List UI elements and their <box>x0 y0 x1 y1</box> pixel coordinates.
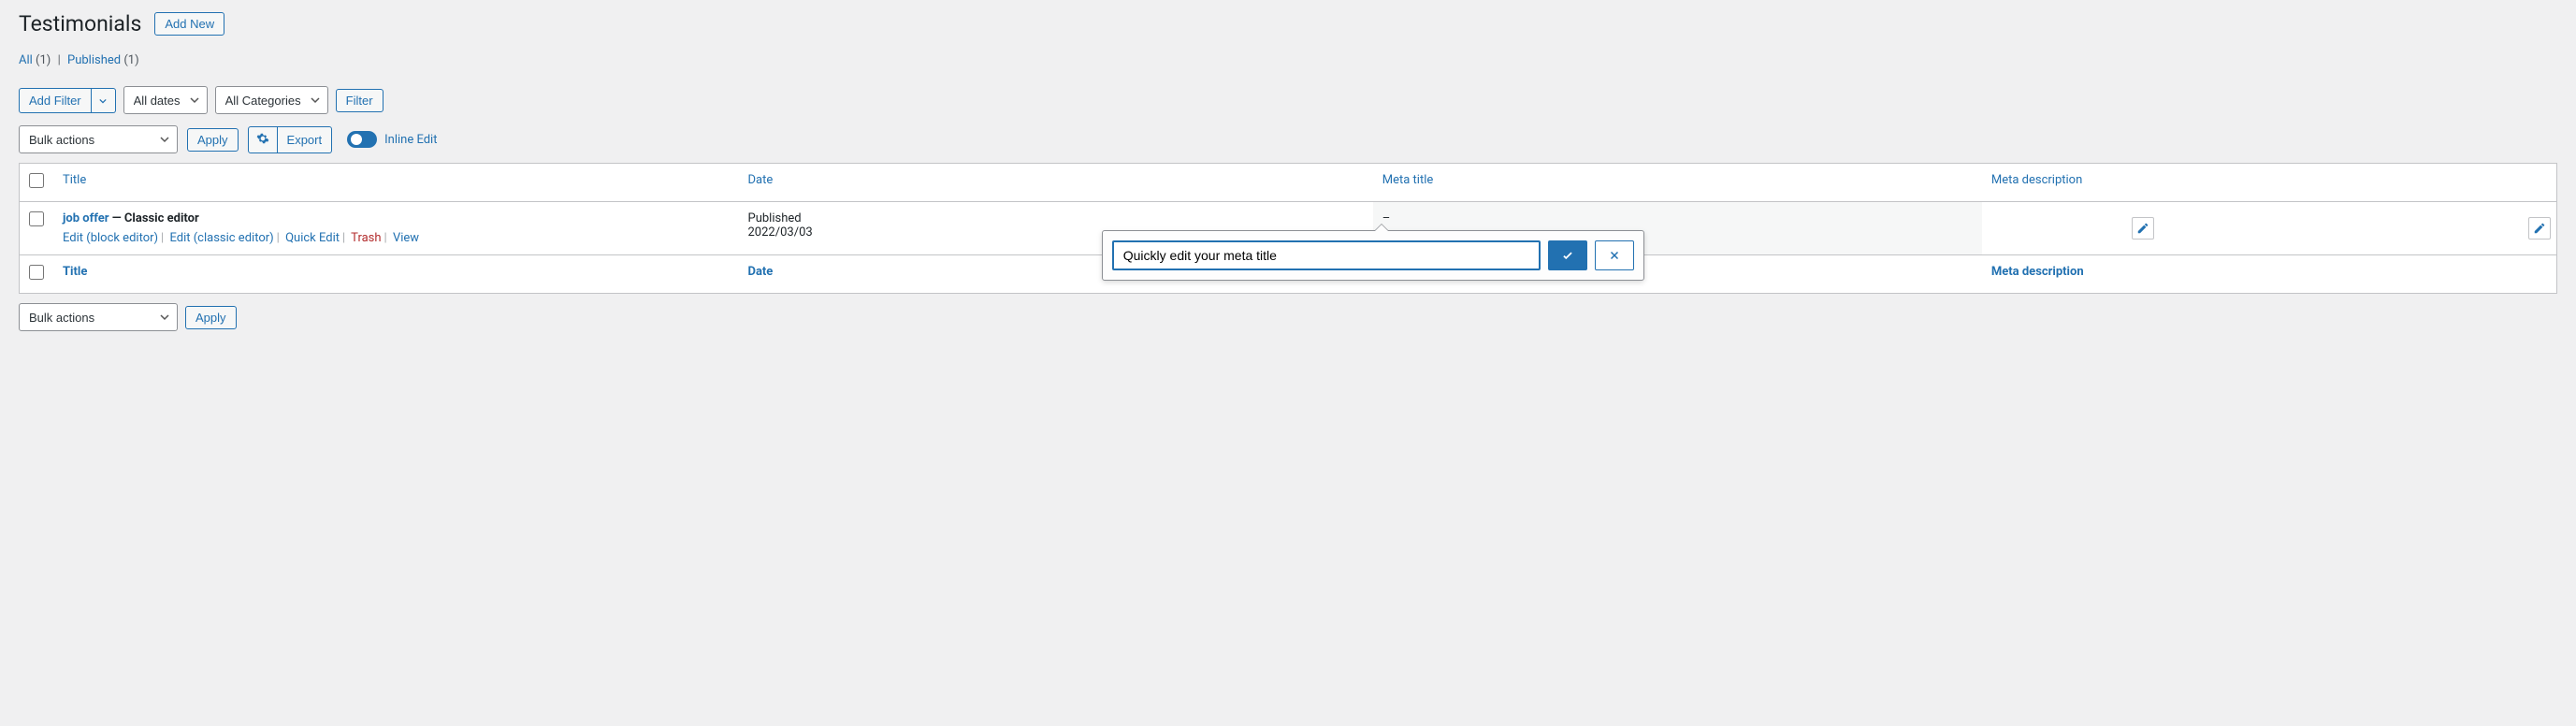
row-date-status: Published <box>748 211 1364 225</box>
column-footer-title[interactable]: Title <box>63 265 87 279</box>
pencil-icon <box>2533 222 2546 235</box>
row-state: — Classic editor <box>109 211 199 225</box>
gear-icon <box>256 132 269 145</box>
add-new-button[interactable]: Add New <box>154 12 224 36</box>
row-title-link[interactable]: job offer <box>63 211 109 225</box>
filter-button[interactable]: Filter <box>336 89 384 112</box>
column-header-meta-title[interactable]: Meta title <box>1382 173 1434 187</box>
row-actions: Edit (block editor)| Edit (classic edito… <box>63 231 730 245</box>
column-header-meta-description[interactable]: Meta description <box>1991 173 2082 187</box>
category-filter-select[interactable]: All Categories <box>215 86 328 114</box>
row-action-trash[interactable]: Trash <box>351 231 381 245</box>
inline-edit-label: Inline Edit <box>384 133 437 147</box>
column-header-date[interactable]: Date <box>748 173 774 187</box>
column-footer-meta-description[interactable]: Meta description <box>1991 265 2084 279</box>
inline-edit-popover <box>1102 230 1644 281</box>
column-header-title[interactable]: Title <box>63 173 86 187</box>
export-settings-button[interactable] <box>248 126 278 153</box>
status-filters: All (1) | Published (1) <box>19 53 2557 67</box>
select-all-checkbox-top[interactable] <box>29 173 44 188</box>
row-action-view[interactable]: View <box>393 231 419 245</box>
row-action-quick-edit[interactable]: Quick Edit <box>285 231 340 245</box>
bulk-action-select-top[interactable]: Bulk actions <box>19 125 178 153</box>
apply-button-bottom[interactable]: Apply <box>185 306 237 329</box>
inline-edit-input[interactable] <box>1112 240 1541 270</box>
row-checkbox[interactable] <box>29 211 44 226</box>
add-filter-dropdown-toggle[interactable] <box>92 88 116 113</box>
export-button[interactable]: Export <box>278 126 333 153</box>
bulk-action-select-bottom[interactable]: Bulk actions <box>19 303 178 331</box>
add-filter-button[interactable]: Add Filter <box>19 88 92 113</box>
inline-edit-toggle[interactable] <box>347 131 377 148</box>
apply-button-top[interactable]: Apply <box>187 128 239 152</box>
status-filter-published[interactable]: Published <box>67 53 121 67</box>
caret-down-icon <box>99 97 107 105</box>
table-row: job offer — Classic editor Edit (block e… <box>20 202 2557 255</box>
page-title: Testimonials <box>19 11 141 36</box>
close-icon <box>1609 250 1620 261</box>
check-icon <box>1561 249 1574 262</box>
status-published-count: (1) <box>123 53 138 67</box>
status-all-count: (1) <box>36 53 51 67</box>
row-action-edit-classic[interactable]: Edit (classic editor) <box>169 231 273 245</box>
posts-table: Title Date Meta title Meta description j… <box>19 163 2557 294</box>
column-footer-date[interactable]: Date <box>748 265 774 279</box>
edit-meta-description-button[interactable] <box>2528 217 2551 240</box>
inline-edit-cancel-button[interactable] <box>1595 240 1634 270</box>
date-filter-select[interactable]: All dates <box>123 86 208 114</box>
select-all-checkbox-bottom[interactable] <box>29 265 44 280</box>
inline-edit-save-button[interactable] <box>1548 240 1587 270</box>
add-filter-group: Add Filter <box>19 88 116 113</box>
row-action-edit-block[interactable]: Edit (block editor) <box>63 231 158 245</box>
status-filter-all[interactable]: All <box>19 53 33 67</box>
